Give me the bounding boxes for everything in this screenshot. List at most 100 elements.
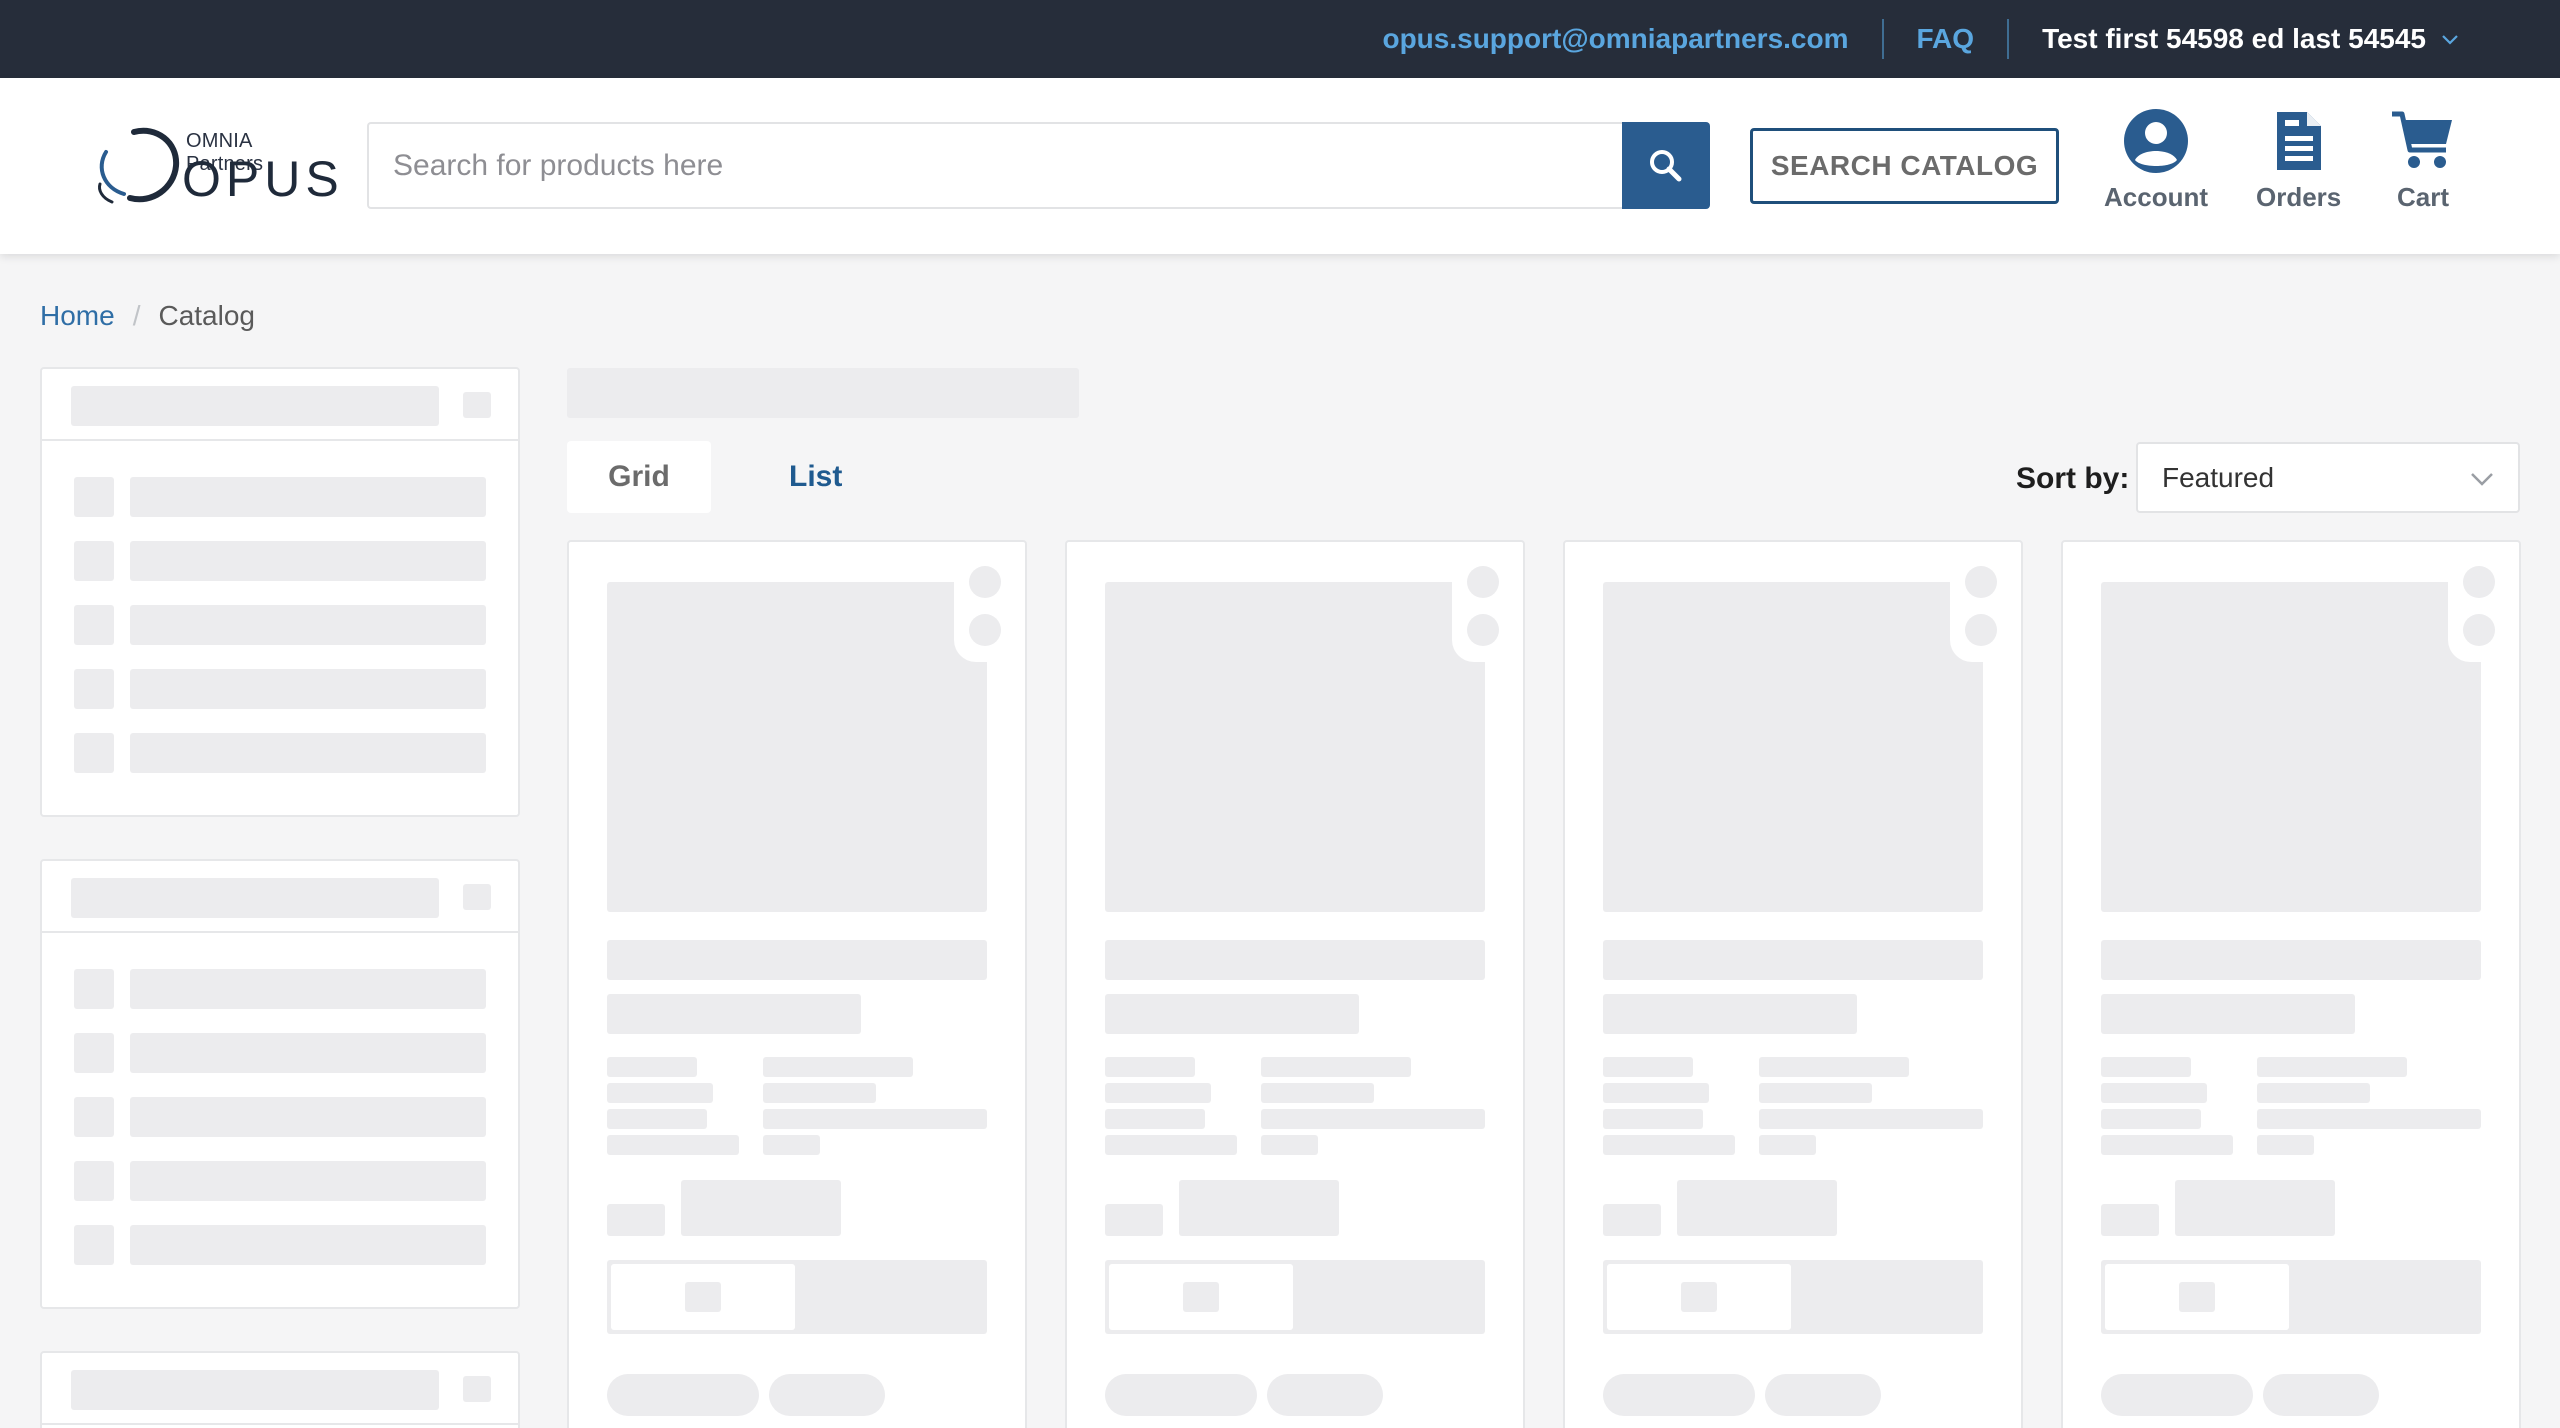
skeleton-block [1105,994,1359,1034]
account-icon [2124,109,2188,173]
skeleton-block [1183,1282,1219,1312]
skeleton-block [1603,994,1857,1034]
skeleton-block [463,1376,491,1402]
search-input[interactable] [367,122,1623,209]
tab-grid[interactable]: Grid [567,441,711,513]
skeleton-block [763,1083,876,1103]
skeleton-block [1105,1374,1257,1416]
faq-link[interactable]: FAQ [1884,19,2008,59]
breadcrumb-separator: / [132,300,141,331]
skeleton-block [685,1282,721,1312]
skeleton-block [763,1057,913,1077]
skeleton-block [74,605,114,645]
skeleton-block [71,386,439,426]
favorite-skeleton [969,566,1001,598]
skeleton-block [1261,1135,1318,1155]
product-image-skeleton [1105,582,1485,912]
skeleton-block [74,969,114,1009]
filter-panel-skeleton [40,367,520,817]
product-card-skeleton [567,540,1027,1428]
skeleton-block [2101,940,2481,980]
top-utility-bar: opus.support@omniapartners.com FAQ Test … [0,0,2560,78]
skeleton-block [607,994,861,1034]
view-toggle: Grid List [567,441,842,513]
skeleton-block [130,1161,486,1201]
orders-label: Orders [2256,182,2342,212]
skeleton-block [607,1374,759,1416]
skeleton-block [2101,1057,2191,1077]
skeleton-block [607,940,987,980]
skeleton-block [130,669,486,709]
skeleton-block [1759,1083,1872,1103]
filter-panel-skeleton [40,859,520,1309]
compare-skeleton [1467,614,1499,646]
user-name: Test first 54598 ed last 54545 [2042,23,2426,54]
support-email-link[interactable]: opus.support@omniapartners.com [1349,19,1881,59]
compare-skeleton [969,614,1001,646]
skeleton-block [74,1225,114,1265]
skeleton-block [1105,1083,1211,1103]
account-button[interactable]: Account [2104,108,2208,213]
compare-skeleton [2463,614,2495,646]
skeleton-block [1603,1204,1661,1236]
opus-logo[interactable]: OMNIA Partners OPUS [94,120,339,210]
skeleton-block [763,1135,820,1155]
skeleton-block [1677,1180,1837,1236]
skeleton-block [1681,1282,1717,1312]
skeleton-block [1603,1109,1703,1129]
skeleton-block [1759,1109,1983,1129]
search-icon [1650,149,1682,181]
orders-button[interactable]: Orders [2256,108,2341,213]
chevron-down-icon [2442,35,2458,45]
skeleton-block [463,884,491,910]
user-menu[interactable]: Test first 54598 ed last 54545 [2009,23,2460,55]
divider [42,439,518,441]
skeleton-block [1105,1135,1237,1155]
skeleton-block [130,605,486,645]
skeleton-block [130,477,486,517]
opus-logo-mark [98,127,180,204]
skeleton-block [130,969,486,1009]
skeleton-block [1105,940,1485,980]
skeleton-block [1603,1135,1735,1155]
skeleton-block [71,1370,439,1410]
cart-button[interactable]: Cart [2390,108,2456,213]
skeleton-block [463,392,491,418]
logo-name: OPUS [182,151,344,207]
skeleton-block [1759,1135,1816,1155]
sort-label: Sort by: [2016,462,2130,495]
divider [42,931,518,933]
skeleton-block [769,1374,885,1416]
cart-icon [2392,111,2452,168]
skeleton-block [1261,1109,1485,1129]
skeleton-block [2101,1109,2201,1129]
sort-select[interactable]: Featured [2136,442,2520,513]
favorite-skeleton [2463,566,2495,598]
skeleton-block [1603,1083,1709,1103]
favorite-skeleton [1965,566,1997,598]
skeleton-block [1261,1057,1411,1077]
skeleton-block [2257,1135,2314,1155]
orders-icon [2276,112,2321,170]
skeleton-block [763,1109,987,1129]
search-button[interactable] [1622,122,1710,209]
skeleton-block [1603,1057,1693,1077]
skeleton-block [607,1204,665,1236]
skeleton-block [74,1033,114,1073]
search-catalog-button[interactable]: SEARCH CATALOG [1750,128,2059,204]
skeleton-block [1603,1374,1755,1416]
skeleton-block [1267,1374,1383,1416]
product-card-skeleton [1563,540,2023,1428]
filter-panel-skeleton [40,1351,520,1428]
chevron-down-icon [2471,472,2493,486]
skeleton-block [130,1097,486,1137]
breadcrumb: Home / Catalog [40,300,255,332]
skeleton-block [71,878,439,918]
tab-list[interactable]: List [789,460,842,494]
skeleton-block [1765,1374,1881,1416]
breadcrumb-home-link[interactable]: Home [40,300,115,332]
skeleton-block [2101,994,2355,1034]
skeleton-block [2101,1204,2159,1236]
skeleton-block [607,1083,713,1103]
product-image-skeleton [1603,582,1983,912]
